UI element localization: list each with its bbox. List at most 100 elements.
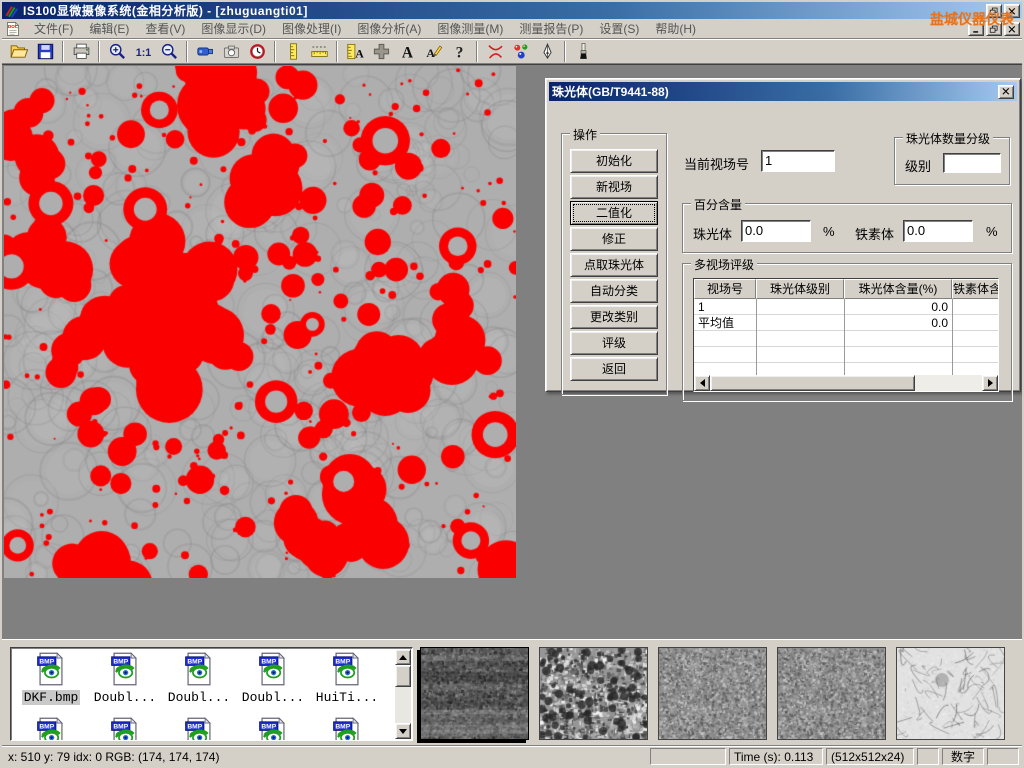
rate-button[interactable]: 评级 bbox=[570, 331, 658, 355]
open-file-button[interactable] bbox=[6, 39, 32, 63]
file-item[interactable]: BMP Doubl... bbox=[236, 652, 310, 705]
menu-image-measure[interactable]: 图像测量(M) bbox=[429, 18, 511, 39]
svg-text:A: A bbox=[355, 46, 364, 60]
vertical-ruler-button[interactable] bbox=[280, 39, 306, 63]
scrollbar-track[interactable] bbox=[395, 687, 411, 723]
bmp-file-icon: BMP bbox=[36, 652, 66, 689]
file-item[interactable]: BMP Doubl... bbox=[162, 652, 236, 705]
toolbar-separator bbox=[564, 41, 566, 62]
new-field-button[interactable]: 新视场 bbox=[570, 175, 658, 199]
scrollbar-thumb[interactable] bbox=[395, 665, 411, 687]
ferrite-percent-input[interactable]: 0.0 bbox=[903, 220, 973, 242]
text-edit-icon: A bbox=[424, 42, 443, 61]
video-capture-button[interactable] bbox=[192, 39, 218, 63]
change-class-button[interactable]: 更改类别 bbox=[570, 305, 658, 329]
bmp-file-icon: BMP bbox=[110, 717, 140, 741]
restore-button[interactable] bbox=[986, 4, 1002, 18]
child-minimize-button[interactable] bbox=[968, 22, 984, 36]
marker-points-button[interactable] bbox=[508, 39, 534, 63]
child-close-button[interactable] bbox=[1004, 22, 1020, 36]
file-list-scrollbar[interactable] bbox=[395, 649, 411, 739]
binarize-button[interactable]: 二值化 bbox=[570, 201, 658, 225]
menu-view[interactable]: 查看(V) bbox=[137, 18, 193, 39]
multiview-table[interactable]: 视场号 珠光体级别 珠光体含量(%) 铁素体含量(%) 1 bbox=[693, 278, 999, 392]
file-item[interactable]: BMP DKF.bmp bbox=[14, 652, 88, 705]
menu-image-analysis[interactable]: 图像分析(A) bbox=[349, 18, 429, 39]
zoom-out-button[interactable] bbox=[156, 39, 182, 63]
title-bar[interactable]: IS100显微摄像系统(金相分析版) - [zhuguangti01] bbox=[2, 2, 1022, 19]
thumbnail-5[interactable] bbox=[896, 647, 1005, 740]
return-button[interactable]: 返回 bbox=[570, 357, 658, 381]
menu-image-display[interactable]: 图像显示(D) bbox=[193, 18, 274, 39]
photo-capture-button[interactable] bbox=[218, 39, 244, 63]
move-tool-button[interactable] bbox=[368, 39, 394, 63]
init-button[interactable]: 初始化 bbox=[570, 149, 658, 173]
scroll-right-button[interactable] bbox=[982, 375, 998, 391]
pen-tool-button[interactable] bbox=[534, 39, 560, 63]
pearlite-percent-input[interactable]: 0.0 bbox=[741, 220, 811, 242]
svg-text:A: A bbox=[426, 45, 435, 59]
menu-file[interactable]: 文件(F) bbox=[26, 18, 81, 39]
col-pearlite-grade: 珠光体级别 bbox=[756, 279, 844, 299]
text-tool-button[interactable]: A bbox=[394, 39, 420, 63]
current-field-input[interactable]: 1 bbox=[761, 150, 835, 172]
status-time: Time (s): 0.113 bbox=[729, 748, 823, 765]
file-list[interactable]: BMP DKF.bmp BMP Doubl... BMP bbox=[10, 647, 413, 741]
pearlite-label: 珠光体 bbox=[693, 224, 732, 243]
table-horizontal-scrollbar[interactable] bbox=[694, 375, 998, 391]
child-restore-button[interactable] bbox=[986, 22, 1002, 36]
file-item[interactable]: BMP bbox=[14, 717, 88, 741]
file-item[interactable]: BMP bbox=[236, 717, 310, 741]
dialog-title-bar[interactable]: 珠光体(GB/T9441-88) bbox=[549, 82, 1017, 101]
file-name: Doubl... bbox=[92, 690, 158, 705]
photo-camera-icon bbox=[222, 42, 241, 61]
file-item[interactable]: BMP bbox=[162, 717, 236, 741]
save-button[interactable] bbox=[32, 39, 58, 63]
toolbar: 1:1 A A A ? bbox=[2, 39, 1022, 64]
curve-erase-button[interactable] bbox=[482, 39, 508, 63]
file-item[interactable]: BMP HuiTi... bbox=[310, 652, 384, 705]
thumbnail-4[interactable] bbox=[777, 647, 886, 740]
thumbnail-3[interactable] bbox=[658, 647, 767, 740]
menu-report[interactable]: 测量报告(P) bbox=[511, 18, 591, 39]
text-edit-button[interactable]: A bbox=[420, 39, 446, 63]
file-item[interactable]: BMP bbox=[88, 717, 162, 741]
close-button[interactable] bbox=[1004, 4, 1020, 18]
scrollbar-thumb[interactable] bbox=[710, 375, 915, 391]
timer-button[interactable] bbox=[244, 39, 270, 63]
menu-image-process[interactable]: 图像处理(I) bbox=[274, 18, 349, 39]
auto-classify-button[interactable]: 自动分类 bbox=[570, 279, 658, 303]
status-empty-panel bbox=[987, 748, 1019, 765]
actual-size-button[interactable]: 1:1 bbox=[130, 39, 156, 63]
zoom-in-button[interactable] bbox=[104, 39, 130, 63]
measure-text-button[interactable]: A bbox=[342, 39, 368, 63]
brush-tool-button[interactable] bbox=[570, 39, 596, 63]
menu-help[interactable]: 帮助(H) bbox=[647, 18, 704, 39]
cursor-position-readout: x: 510 y: 79 idx: 0 RGB: (174, 174, 174) bbox=[5, 750, 647, 764]
bmp-file-icon: BMP bbox=[184, 652, 214, 689]
grade-input[interactable] bbox=[943, 153, 1001, 173]
metallographic-image[interactable] bbox=[4, 66, 516, 578]
help-button[interactable]: ? bbox=[446, 39, 472, 63]
pick-pearlite-button[interactable]: 点取珠光体 bbox=[570, 253, 658, 277]
dialog-close-button[interactable] bbox=[998, 85, 1014, 99]
window-title: IS100显微摄像系统(金相分析版) - [zhuguangti01] bbox=[23, 2, 308, 19]
menu-edit[interactable]: 编辑(E) bbox=[81, 18, 137, 39]
grade-label: 级别 bbox=[905, 156, 931, 175]
menu-settings[interactable]: 设置(S) bbox=[591, 18, 647, 39]
file-item[interactable]: BMP Doubl... bbox=[88, 652, 162, 705]
scroll-up-button[interactable] bbox=[395, 649, 411, 665]
scroll-left-button[interactable] bbox=[694, 375, 710, 391]
vertical-ruler-icon bbox=[284, 42, 303, 61]
correct-button[interactable]: 修正 bbox=[570, 227, 658, 251]
toolbar-separator bbox=[336, 41, 338, 62]
document-icon[interactable]: DOC bbox=[5, 21, 22, 37]
caliper-a-icon: A bbox=[346, 42, 365, 61]
file-item[interactable]: BMP bbox=[310, 717, 384, 741]
print-button[interactable] bbox=[68, 39, 94, 63]
thumbnail-1[interactable] bbox=[420, 647, 529, 740]
thumbnail-2[interactable] bbox=[539, 647, 648, 740]
horizontal-ruler-button[interactable] bbox=[306, 39, 332, 63]
scrollbar-track[interactable] bbox=[915, 375, 982, 391]
scroll-down-button[interactable] bbox=[395, 723, 411, 739]
